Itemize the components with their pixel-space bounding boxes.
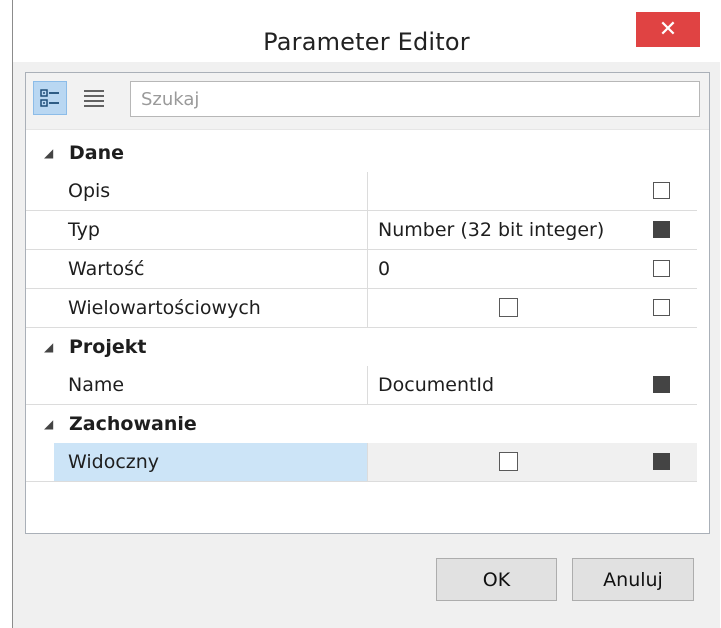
category-label: Projekt <box>69 336 147 358</box>
window-title: Parameter Editor <box>263 28 470 56</box>
alphabetical-view-button[interactable] <box>77 81 111 115</box>
category-label: Dane <box>69 142 125 164</box>
property-name: Wielowartościowych <box>54 289 368 327</box>
property-row-wielowartosciowych[interactable]: Wielowartościowych <box>26 289 697 328</box>
title-bar: Parameter Editor ✕ <box>13 0 720 62</box>
property-name: Widoczny <box>54 443 368 481</box>
property-value[interactable]: DocumentId <box>368 366 697 404</box>
search-input[interactable] <box>130 81 700 117</box>
ok-button[interactable]: OK <box>436 558 557 601</box>
property-value <box>368 289 697 327</box>
category-projekt[interactable]: ◢ Projekt <box>26 328 697 366</box>
property-row-wartosc[interactable]: Wartość 0 <box>26 250 697 289</box>
multivalue-checkbox[interactable] <box>499 298 518 317</box>
property-toolbar <box>26 73 709 130</box>
category-zachowanie[interactable]: ◢ Zachowanie <box>26 405 697 443</box>
property-grid: ◢ Dane Opis Typ Number (32 bit integer) … <box>26 134 697 482</box>
property-row-name[interactable]: Name DocumentId <box>26 366 697 405</box>
property-value[interactable]: Number (32 bit integer) <box>368 211 697 249</box>
property-name: Wartość <box>54 250 368 288</box>
value-source-marker[interactable] <box>653 260 670 277</box>
collapse-triangle-icon: ◢ <box>44 340 54 354</box>
property-name: Opis <box>54 172 368 210</box>
parameter-editor-window: Parameter Editor ✕ Szukaj ◢ Dane Opis Ty… <box>12 0 720 628</box>
categorized-icon <box>40 89 59 107</box>
property-value <box>368 443 697 481</box>
value-source-marker[interactable] <box>653 453 670 470</box>
property-row-widoczny[interactable]: Widoczny <box>26 443 697 482</box>
property-row-typ[interactable]: Typ Number (32 bit integer) <box>26 211 697 250</box>
collapse-triangle-icon: ◢ <box>44 146 54 160</box>
property-row-opis[interactable]: Opis <box>26 172 697 211</box>
value-source-marker[interactable] <box>653 182 670 199</box>
value-source-marker[interactable] <box>653 221 670 238</box>
collapse-triangle-icon: ◢ <box>44 417 54 431</box>
value-source-marker[interactable] <box>653 299 670 316</box>
property-name: Name <box>54 366 368 404</box>
property-name: Typ <box>54 211 368 249</box>
category-dane[interactable]: ◢ Dane <box>26 134 697 172</box>
value-source-marker[interactable] <box>653 376 670 393</box>
list-icon <box>84 90 104 107</box>
property-value[interactable]: 0 <box>368 250 697 288</box>
cancel-button[interactable]: Anuluj <box>572 558 694 601</box>
category-label: Zachowanie <box>69 413 197 435</box>
visible-checkbox[interactable] <box>499 452 518 471</box>
property-value[interactable] <box>368 172 697 210</box>
close-button[interactable]: ✕ <box>636 12 700 47</box>
categorized-view-button[interactable] <box>33 81 67 115</box>
property-panel: ◢ Dane Opis Typ Number (32 bit integer) … <box>25 72 710 534</box>
